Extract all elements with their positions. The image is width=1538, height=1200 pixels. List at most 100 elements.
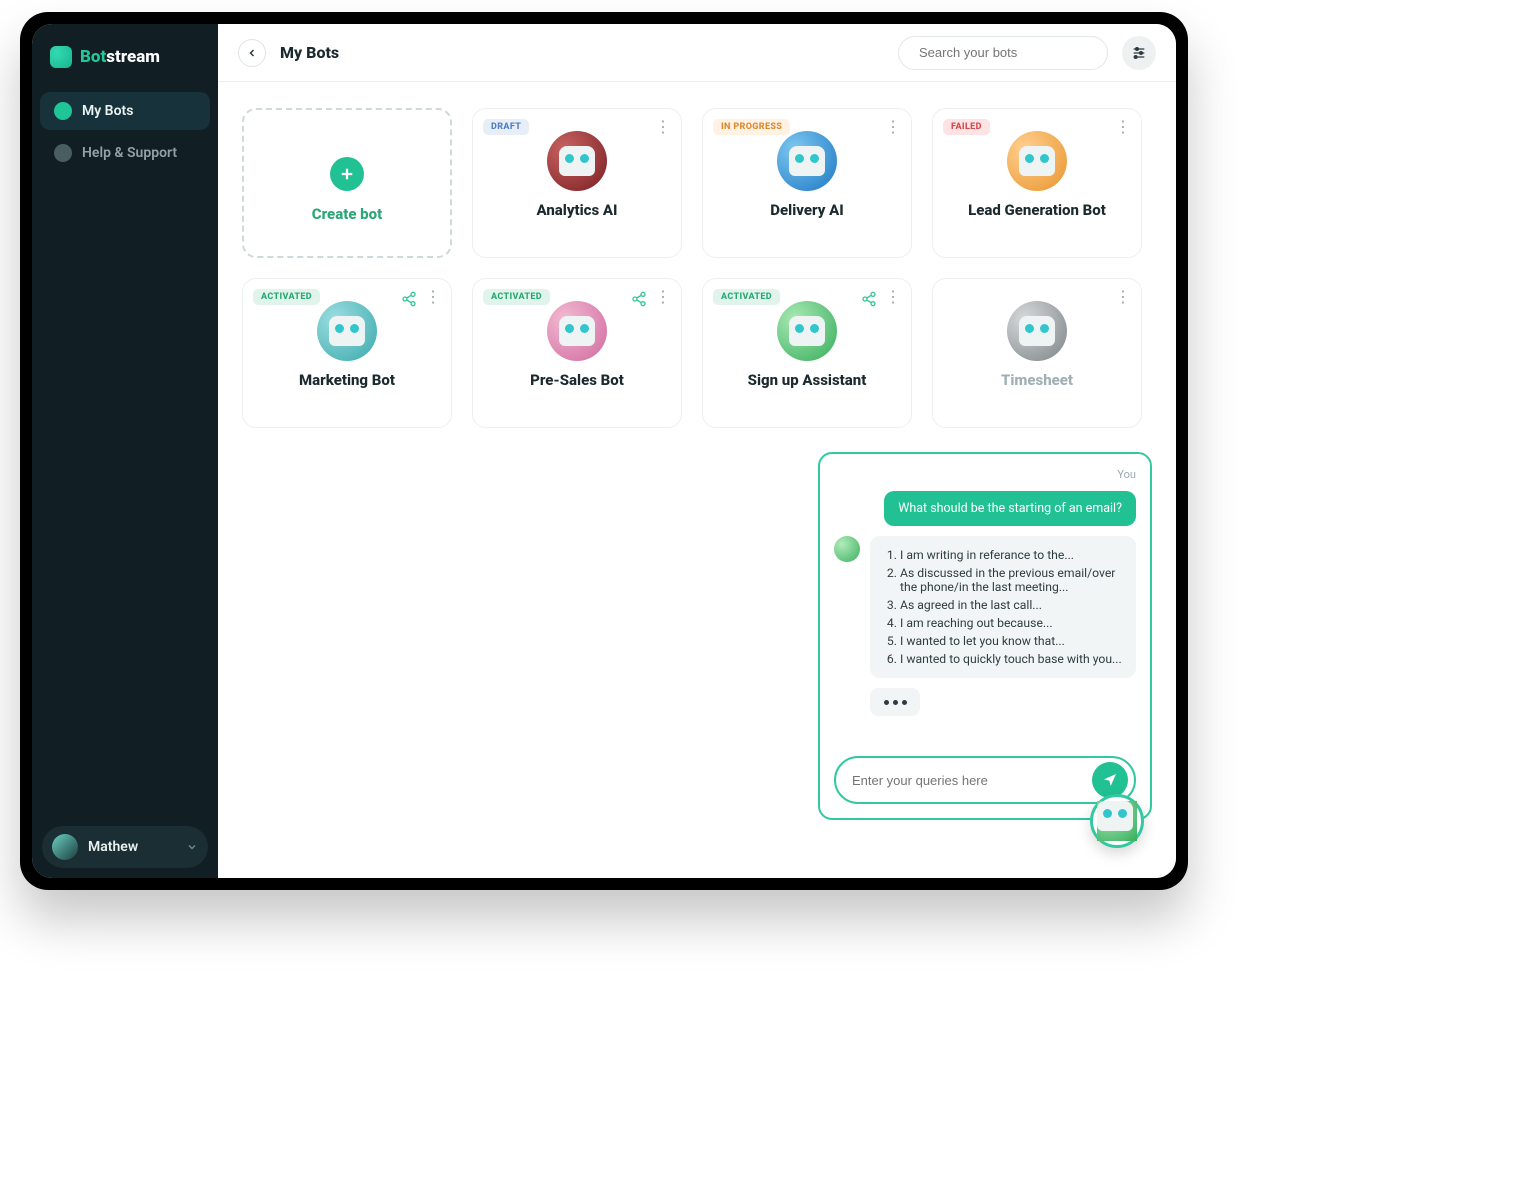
bot-name: Sign up Assistant — [748, 371, 867, 389]
card-menu-button[interactable]: ⋮ — [1115, 119, 1131, 135]
send-icon — [1102, 772, 1118, 788]
chat-typing-indicator — [870, 688, 920, 716]
brand-name-bot: Bot — [80, 47, 106, 67]
status-badge: DRAFT — [483, 119, 529, 135]
chevron-down-icon — [186, 841, 198, 853]
bot-card-delivery-ai[interactable]: IN PROGRESS ⋮ Delivery AI — [702, 108, 912, 258]
sliders-icon — [1131, 45, 1147, 61]
bot-name: Delivery AI — [770, 201, 843, 219]
share-button[interactable] — [861, 291, 877, 307]
bot-name: Analytics AI — [536, 201, 617, 219]
headset-icon — [54, 144, 72, 162]
brand-name: Botstream — [80, 47, 160, 67]
main: My Bots — [218, 24, 1176, 878]
card-menu-button[interactable]: ⋮ — [885, 289, 901, 305]
chat-send-button[interactable] — [1092, 762, 1128, 798]
card-menu-button[interactable]: ⋮ — [425, 289, 441, 305]
sidebar: Botstream My Bots Help & Support Mathew — [32, 24, 218, 878]
bot-card-signup-assistant[interactable]: ACTIVATED ⋮ Sign up Assistant — [702, 278, 912, 428]
card-menu-button[interactable]: ⋮ — [655, 119, 671, 135]
share-icon — [861, 291, 877, 307]
search-input[interactable] — [919, 45, 1095, 60]
chat-bot-row: I am writing in referance to the... As d… — [834, 536, 1136, 678]
robot-face-icon — [789, 316, 825, 346]
topbar: My Bots — [218, 24, 1176, 82]
chevron-left-icon — [246, 47, 258, 59]
share-icon — [401, 291, 417, 307]
sidebar-nav: My Bots Help & Support — [32, 92, 218, 172]
bot-avatar — [547, 131, 607, 191]
bot-avatar — [317, 301, 377, 361]
card-menu-button[interactable]: ⋮ — [655, 289, 671, 305]
robot-face-icon — [329, 316, 365, 346]
bot-card-pre-sales[interactable]: ACTIVATED ⋮ Pre-Sales Bot — [472, 278, 682, 428]
status-badge: IN PROGRESS — [713, 119, 790, 135]
filter-button[interactable] — [1122, 36, 1156, 70]
status-badge: ACTIVATED — [713, 289, 780, 305]
bot-card-timesheet[interactable]: ⋮ Timesheet — [932, 278, 1142, 428]
bot-card-marketing[interactable]: ACTIVATED ⋮ Marketing Bot — [242, 278, 452, 428]
bot-avatar — [1097, 801, 1137, 841]
bot-name: Timesheet — [1001, 371, 1073, 389]
chat-bot-avatar — [834, 536, 860, 562]
bots-grid: Create bot DRAFT ⋮ Analytics AI IN PROGR… — [242, 108, 1152, 428]
status-badge: ACTIVATED — [253, 289, 320, 305]
bot-avatar — [777, 301, 837, 361]
chat-panel: You What should be the starting of an em… — [818, 452, 1152, 820]
status-badge: FAILED — [943, 119, 990, 135]
chat-bot-reply-item: As discussed in the previous email/over … — [900, 566, 1122, 594]
search-field[interactable] — [898, 36, 1108, 70]
content: Create bot DRAFT ⋮ Analytics AI IN PROGR… — [218, 82, 1176, 878]
bot-avatar — [1007, 301, 1067, 361]
sidebar-item-my-bots[interactable]: My Bots — [40, 92, 210, 130]
device-frame: Botstream My Bots Help & Support Mathew — [20, 12, 1188, 890]
brand-logo: Botstream — [32, 46, 218, 92]
robot-face-icon — [789, 146, 825, 176]
user-name: Mathew — [88, 839, 176, 855]
app-window: Botstream My Bots Help & Support Mathew — [32, 24, 1176, 878]
chat-input[interactable] — [852, 773, 1082, 788]
chat-launcher-button[interactable] — [1090, 794, 1144, 848]
create-bot-label: Create bot — [312, 205, 382, 223]
chat-bot-reply-item: I wanted to quickly touch base with you.… — [900, 652, 1122, 666]
page-title: My Bots — [280, 43, 339, 62]
chat-bot-reply-item: As agreed in the last call... — [900, 598, 1122, 612]
share-button[interactable] — [631, 291, 647, 307]
bot-avatar — [777, 131, 837, 191]
user-avatar — [52, 834, 78, 860]
brand-mark-icon — [50, 46, 72, 68]
robot-face-icon — [1097, 801, 1133, 831]
card-menu-button[interactable]: ⋮ — [885, 119, 901, 135]
chat-bot-reply-item: I wanted to let you know that... — [900, 634, 1122, 648]
share-icon — [631, 291, 647, 307]
create-bot-card[interactable]: Create bot — [242, 108, 452, 258]
bot-name: Pre-Sales Bot — [530, 371, 624, 389]
chat-you-label: You — [834, 468, 1136, 481]
sidebar-item-label: Help & Support — [82, 145, 177, 161]
chat-user-message: What should be the starting of an email? — [884, 491, 1136, 526]
user-menu[interactable]: Mathew — [42, 826, 208, 868]
back-button[interactable] — [238, 39, 266, 67]
chat-icon — [54, 102, 72, 120]
bot-name: Marketing Bot — [299, 371, 395, 389]
chat-bot-reply-item: I am reaching out because... — [900, 616, 1122, 630]
brand-name-stream: stream — [106, 47, 160, 67]
sidebar-item-label: My Bots — [82, 103, 133, 119]
robot-face-icon — [559, 146, 595, 176]
chat-bot-message: I am writing in referance to the... As d… — [870, 536, 1136, 678]
status-badge: ACTIVATED — [483, 289, 550, 305]
bot-card-analytics-ai[interactable]: DRAFT ⋮ Analytics AI — [472, 108, 682, 258]
share-button[interactable] — [401, 291, 417, 307]
sidebar-item-help-support[interactable]: Help & Support — [40, 134, 210, 172]
card-menu-button[interactable]: ⋮ — [1115, 289, 1131, 305]
chat-input-row[interactable] — [834, 756, 1136, 804]
bot-avatar — [1007, 131, 1067, 191]
robot-face-icon — [1019, 316, 1055, 346]
chat-bot-reply-item: I am writing in referance to the... — [900, 548, 1122, 562]
robot-face-icon — [1019, 146, 1055, 176]
plus-icon — [330, 157, 364, 191]
robot-face-icon — [559, 316, 595, 346]
bot-card-lead-generation[interactable]: FAILED ⋮ Lead Generation Bot — [932, 108, 1142, 258]
bot-avatar — [547, 301, 607, 361]
bot-name: Lead Generation Bot — [968, 201, 1106, 219]
